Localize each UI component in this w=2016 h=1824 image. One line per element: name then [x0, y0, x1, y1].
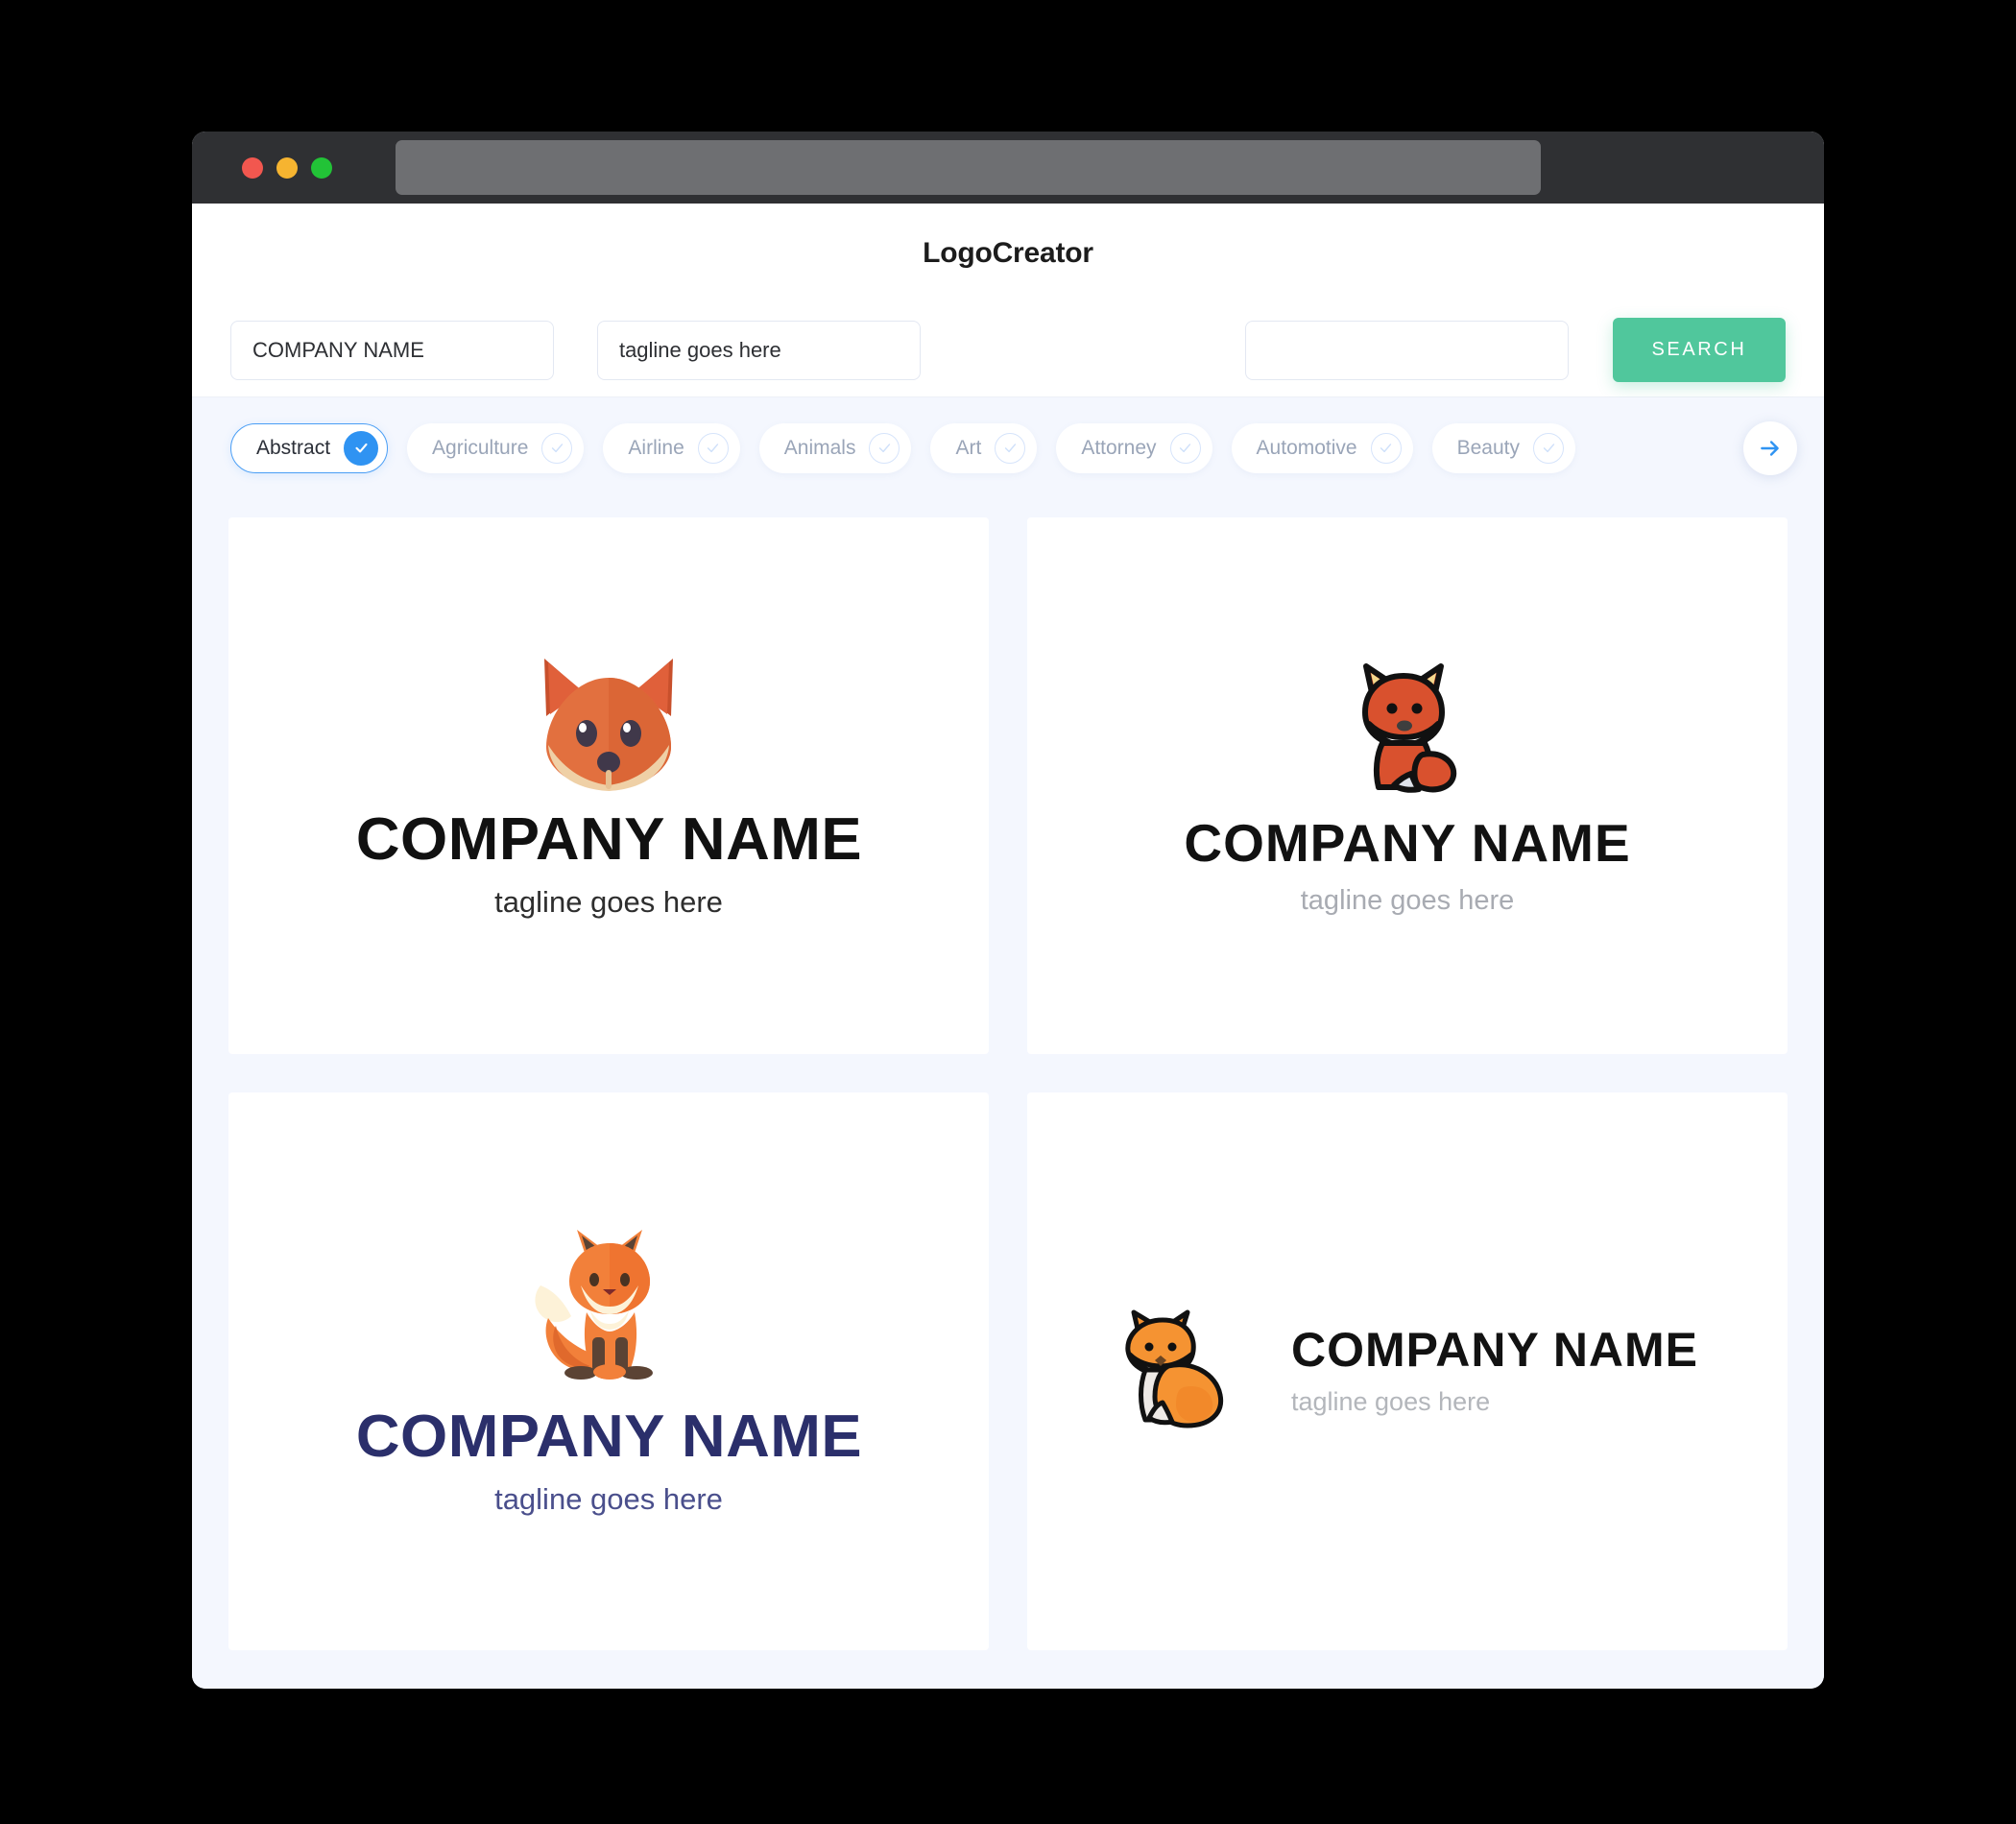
categories-next-button[interactable]: [1743, 420, 1797, 475]
tagline-input[interactable]: [596, 320, 921, 380]
category-chip-label: Abstract: [256, 436, 331, 459]
check-circle-icon: [1533, 432, 1564, 464]
close-window-button[interactable]: [242, 156, 263, 179]
category-chip-animals[interactable]: Animals: [758, 422, 912, 473]
page-title: LogoCreator: [923, 237, 1093, 269]
category-chip-label: Art: [955, 436, 982, 459]
check-circle-icon: [869, 432, 900, 464]
fox-side-outline-icon: [1116, 1307, 1251, 1436]
category-chip-label: Attorney: [1081, 436, 1157, 459]
check-circle-icon: [344, 430, 379, 466]
logo-tagline: tagline goes here: [494, 885, 723, 920]
maximize-window-button[interactable]: [311, 156, 332, 179]
check-circle-icon: [995, 432, 1026, 464]
logo-tagline: tagline goes here: [1300, 884, 1515, 916]
company-name-input[interactable]: [230, 320, 554, 380]
fox-standing-flat-icon: [527, 1226, 690, 1394]
logo-tagline: tagline goes here: [1290, 1386, 1491, 1416]
check-circle-icon: [541, 432, 573, 464]
window-controls: [242, 156, 332, 179]
url-bar[interactable]: [396, 140, 1541, 195]
category-chip-art[interactable]: Art: [930, 422, 1038, 473]
browser-window: LogoCreator SEARCH Abstract Agriculture Ai…: [192, 132, 1824, 1689]
category-chip-automotive[interactable]: Automotive: [1231, 422, 1413, 473]
app-header: LogoCreator: [192, 204, 1824, 303]
category-chip-label: Agriculture: [432, 436, 529, 459]
logo-company-name: COMPANY NAME: [1290, 1322, 1699, 1377]
fox-head-icon: [527, 651, 690, 795]
category-chip-airline[interactable]: Airline: [603, 422, 740, 473]
check-circle-icon: [1370, 432, 1402, 464]
category-chip-attorney[interactable]: Attorney: [1056, 422, 1212, 473]
category-chip-beauty[interactable]: Beauty: [1431, 422, 1575, 473]
logo-card[interactable]: COMPANY NAME tagline goes here: [1027, 1092, 1788, 1650]
category-chip-label: Airline: [628, 436, 684, 459]
fox-sitting-outline-icon: [1340, 655, 1475, 804]
keyword-input[interactable]: [1244, 320, 1569, 380]
category-chip-label: Beauty: [1456, 436, 1520, 459]
category-chip-label: Automotive: [1256, 436, 1357, 459]
browser-titlebar: [192, 132, 1824, 204]
logo-company-name: COMPANY NAME: [1184, 812, 1631, 873]
category-chip-agriculture[interactable]: Agriculture: [407, 422, 585, 473]
logo-card[interactable]: COMPANY NAME tagline goes here: [1027, 517, 1788, 1054]
logo-card[interactable]: COMPANY NAME tagline goes here: [228, 1092, 989, 1650]
logo-company-name: COMPANY NAME: [355, 1403, 862, 1470]
logo-company-name: COMPANY NAME: [355, 806, 862, 874]
logo-tagline: tagline goes here: [494, 1481, 723, 1516]
category-filter-bar: Abstract Agriculture Airline Animals Art Atto…: [192, 397, 1824, 498]
minimize-window-button[interactable]: [276, 156, 298, 179]
check-circle-icon: [697, 432, 729, 464]
logo-card[interactable]: COMPANY NAME tagline goes here: [228, 517, 989, 1054]
category-chip-label: Animals: [783, 436, 856, 459]
logo-results-grid: COMPANY NAME tagline goes here COMPANY N…: [192, 498, 1824, 1689]
search-toolbar: SEARCH: [192, 303, 1824, 397]
arrow-right-icon: [1761, 440, 1779, 456]
check-circle-icon: [1169, 432, 1201, 464]
search-button[interactable]: SEARCH: [1612, 318, 1786, 382]
category-chip-abstract[interactable]: Abstract: [230, 422, 389, 473]
